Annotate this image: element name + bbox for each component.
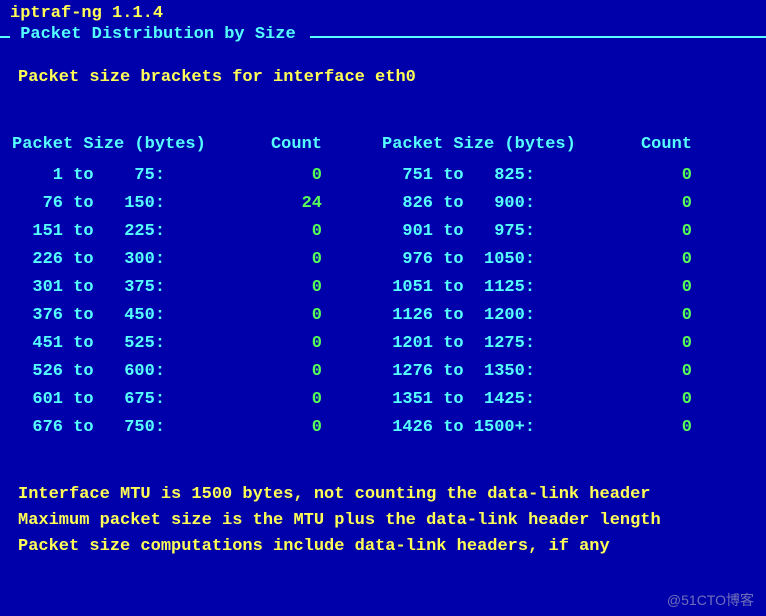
table-row: 1426 to 1500+: xyxy=(382,414,612,442)
table-row: 0 xyxy=(242,162,322,190)
table-row: 1351 to 1425: xyxy=(382,386,612,414)
table-left-group: Packet Size (bytes) 1 to 75: 76 to 150: … xyxy=(12,135,322,442)
table-row: 0 xyxy=(612,274,692,302)
packet-table: Packet Size (bytes) 1 to 75: 76 to 150: … xyxy=(0,95,766,442)
box-line-left xyxy=(0,36,10,38)
count-value: 0 xyxy=(682,222,692,241)
count-value: 0 xyxy=(682,250,692,269)
count-value: 0 xyxy=(682,418,692,437)
count-value: 0 xyxy=(682,278,692,297)
note-line: Packet size computations include data-li… xyxy=(18,534,754,560)
watermark: @51CTO博客 xyxy=(667,590,754,610)
table-row: 226 to 300: xyxy=(12,246,242,274)
table-row: 751 to 825: xyxy=(382,162,612,190)
table-row: 0 xyxy=(242,218,322,246)
table-row: 976 to 1050: xyxy=(382,246,612,274)
header-size-left: Packet Size (bytes) xyxy=(12,135,242,154)
table-row: 0 xyxy=(612,162,692,190)
table-row: 301 to 375: xyxy=(12,274,242,302)
subtitle: Packet size brackets for interface eth0 xyxy=(0,44,766,95)
table-row: 0 xyxy=(612,218,692,246)
count-value: 0 xyxy=(682,390,692,409)
count-value: 0 xyxy=(312,166,322,185)
box-header: Packet Distribution by Size xyxy=(0,25,766,44)
note-line: Maximum packet size is the MTU plus the … xyxy=(18,508,754,534)
count-value: 24 xyxy=(302,194,322,213)
table-row: 0 xyxy=(612,302,692,330)
table-row: 0 xyxy=(242,358,322,386)
count-value: 0 xyxy=(312,390,322,409)
table-row: 76 to 150: xyxy=(12,190,242,218)
table-row: 0 xyxy=(612,330,692,358)
table-right-group: Packet Size (bytes) 751 to 825: 826 to 9… xyxy=(382,135,692,442)
count-value: 0 xyxy=(682,306,692,325)
table-row: 1201 to 1275: xyxy=(382,330,612,358)
table-row: 0 xyxy=(242,246,322,274)
count-value: 0 xyxy=(312,306,322,325)
box-line-right xyxy=(310,36,766,38)
count-value: 0 xyxy=(312,334,322,353)
table-row: 151 to 225: xyxy=(12,218,242,246)
count-value: 0 xyxy=(312,250,322,269)
table-row: 0 xyxy=(242,386,322,414)
header-count-right: Count xyxy=(612,135,692,154)
count-value: 0 xyxy=(682,194,692,213)
table-row: 676 to 750: xyxy=(12,414,242,442)
note-line: Interface MTU is 1500 bytes, not countin… xyxy=(18,482,754,508)
app-title: iptraf-ng 1.1.4 xyxy=(0,4,766,23)
table-row: 901 to 975: xyxy=(382,218,612,246)
count-value: 0 xyxy=(682,166,692,185)
table-row: 526 to 600: xyxy=(12,358,242,386)
table-row: 1276 to 1350: xyxy=(382,358,612,386)
count-value: 0 xyxy=(682,334,692,353)
count-value: 0 xyxy=(312,222,322,241)
table-row: 601 to 675: xyxy=(12,386,242,414)
table-row: 376 to 450: xyxy=(12,302,242,330)
table-row: 0 xyxy=(242,302,322,330)
table-row: 0 xyxy=(612,386,692,414)
count-value: 0 xyxy=(312,362,322,381)
header-count-left: Count xyxy=(242,135,322,154)
table-row: 0 xyxy=(242,274,322,302)
notes-area: Interface MTU is 1500 bytes, not countin… xyxy=(0,442,766,560)
table-row: 451 to 525: xyxy=(12,330,242,358)
table-row: 24 xyxy=(242,190,322,218)
table-row: 0 xyxy=(612,246,692,274)
table-row: 1051 to 1125: xyxy=(382,274,612,302)
table-row: 0 xyxy=(612,358,692,386)
count-value: 0 xyxy=(682,362,692,381)
table-row: 0 xyxy=(612,414,692,442)
table-row: 0 xyxy=(242,330,322,358)
count-value: 0 xyxy=(312,278,322,297)
box-title: Packet Distribution by Size xyxy=(10,25,306,44)
table-row: 1 to 75: xyxy=(12,162,242,190)
table-row: 826 to 900: xyxy=(382,190,612,218)
table-row: 0 xyxy=(242,414,322,442)
header-size-right: Packet Size (bytes) xyxy=(382,135,612,154)
count-value: 0 xyxy=(312,418,322,437)
table-row: 0 xyxy=(612,190,692,218)
table-row: 1126 to 1200: xyxy=(382,302,612,330)
